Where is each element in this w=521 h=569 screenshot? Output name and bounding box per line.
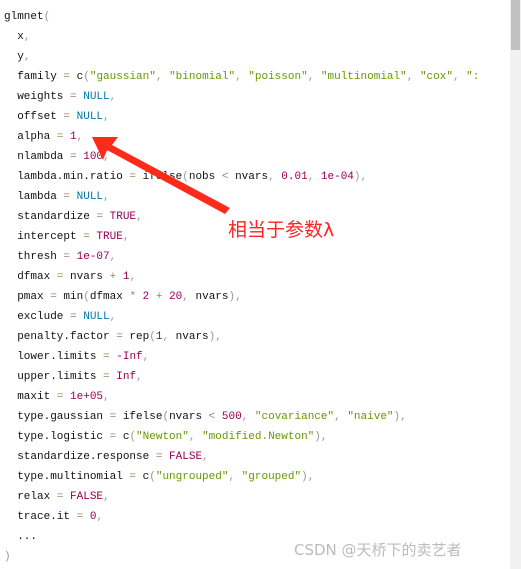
watermark: CSDN @天桥下的卖艺者 — [294, 541, 462, 559]
annotation-text: 相当于参数λ — [228, 219, 335, 241]
arrow-icon — [92, 137, 230, 214]
scrollbar-thumb[interactable] — [511, 0, 520, 50]
vertical-scrollbar[interactable] — [510, 0, 521, 569]
arrow-annotation — [92, 137, 230, 214]
